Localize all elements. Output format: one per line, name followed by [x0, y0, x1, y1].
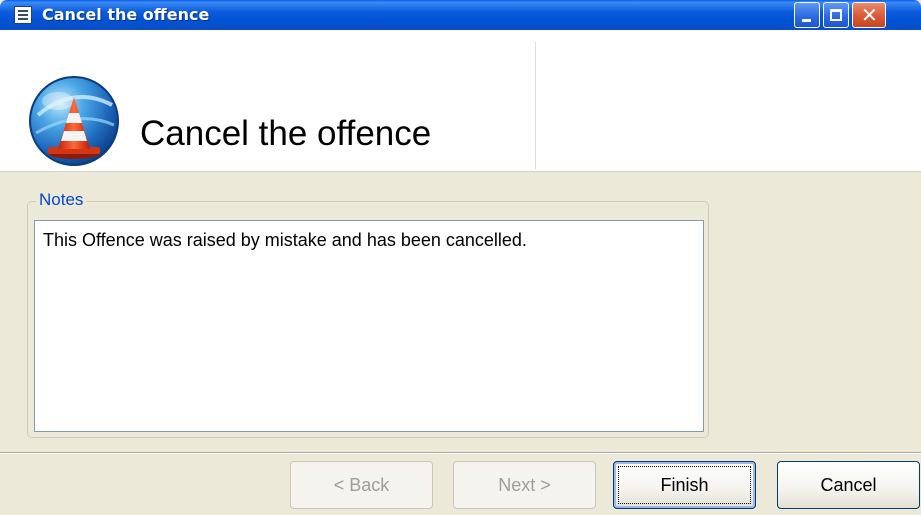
- notes-legend: Notes: [36, 190, 87, 210]
- title-bar[interactable]: Cancel the offence ✕: [0, 0, 921, 30]
- button-separator: [0, 452, 921, 454]
- page-title: Cancel the offence: [140, 114, 432, 153]
- cancel-button[interactable]: Cancel: [777, 461, 920, 509]
- traffic-cone-globe-icon: [29, 76, 119, 166]
- back-button[interactable]: < Back: [290, 461, 433, 509]
- banner-divider: [535, 42, 536, 169]
- form-icon[interactable]: [14, 6, 32, 24]
- maximize-button[interactable]: [823, 2, 849, 28]
- next-button[interactable]: Next >: [453, 461, 596, 509]
- minimize-button[interactable]: [794, 2, 820, 28]
- maximize-icon: [830, 9, 842, 21]
- notes-textarea[interactable]: This Offence was raised by mistake and h…: [34, 220, 704, 432]
- dialog-window: Cancel the offence ✕ Cancel the offence …: [0, 0, 921, 515]
- header-banner: [0, 30, 921, 172]
- window-title: Cancel the offence: [42, 5, 210, 24]
- finish-button[interactable]: Finish: [613, 461, 756, 509]
- close-icon: ✕: [861, 3, 878, 27]
- finish-label: Finish: [660, 475, 709, 495]
- close-button[interactable]: ✕: [852, 2, 886, 28]
- minimize-icon: [802, 19, 811, 22]
